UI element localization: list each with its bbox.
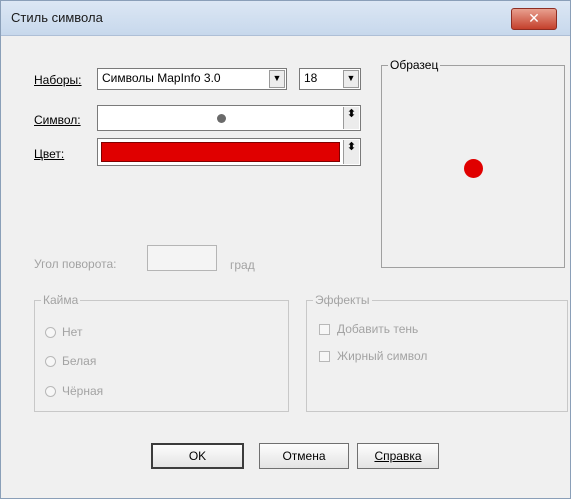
close-icon: ✕ [528, 10, 540, 26]
symbol-style-dialog: Стиль символа ✕ Наборы: Символы MapInfo … [0, 0, 571, 499]
border-none-radio[interactable] [45, 327, 56, 338]
help-button[interactable]: Справка [357, 443, 439, 469]
border-white-radio[interactable] [45, 356, 56, 367]
ok-button[interactable]: OK [151, 443, 244, 469]
chevron-down-icon[interactable]: ▼ [269, 70, 285, 88]
rotation-input[interactable] [147, 245, 217, 271]
sample-group: Образец [381, 58, 565, 268]
chevron-down-icon[interactable]: ▼ [343, 70, 359, 88]
border-black-radio[interactable] [45, 386, 56, 397]
color-picker[interactable]: ⬍ [97, 138, 361, 166]
symbol-label: Символ: [34, 113, 81, 127]
cancel-button[interactable]: Отмена [259, 443, 349, 469]
color-swatch [101, 142, 340, 162]
close-button[interactable]: ✕ [511, 8, 557, 30]
size-value: 18 [304, 71, 318, 85]
dialog-title: Стиль символа [11, 10, 103, 25]
bold-symbol-checkbox[interactable] [319, 351, 330, 362]
rotation-label: Угол поворота: [34, 257, 117, 271]
sample-label: Образец [388, 58, 441, 72]
sets-value: Символы MapInfo 3.0 [102, 71, 221, 85]
picker-arrow-icon[interactable]: ⬍ [343, 140, 359, 164]
sets-dropdown[interactable]: Символы MapInfo 3.0 ▼ [97, 68, 287, 90]
size-dropdown[interactable]: 18 ▼ [299, 68, 361, 90]
shadow-checkbox[interactable] [319, 324, 330, 335]
effects-group-label: Эффекты [313, 293, 372, 307]
border-white-label: Белая [62, 354, 97, 368]
border-group-label: Кайма [41, 293, 81, 307]
rotation-unit: град [230, 258, 255, 272]
color-label: Цвет: [34, 147, 65, 161]
border-black-label: Чёрная [62, 384, 104, 398]
symbol-picker[interactable]: ⬍ [97, 105, 361, 131]
title-bar[interactable]: Стиль символа ✕ [1, 1, 570, 36]
shadow-label: Добавить тень [337, 322, 419, 336]
sets-label: Наборы: [34, 73, 82, 87]
border-none-label: Нет [62, 325, 83, 339]
bold-symbol-label: Жирный символ [337, 349, 428, 363]
sample-symbol-dot [464, 159, 483, 178]
picker-arrow-icon[interactable]: ⬍ [343, 107, 359, 129]
symbol-preview-dot [217, 114, 226, 123]
